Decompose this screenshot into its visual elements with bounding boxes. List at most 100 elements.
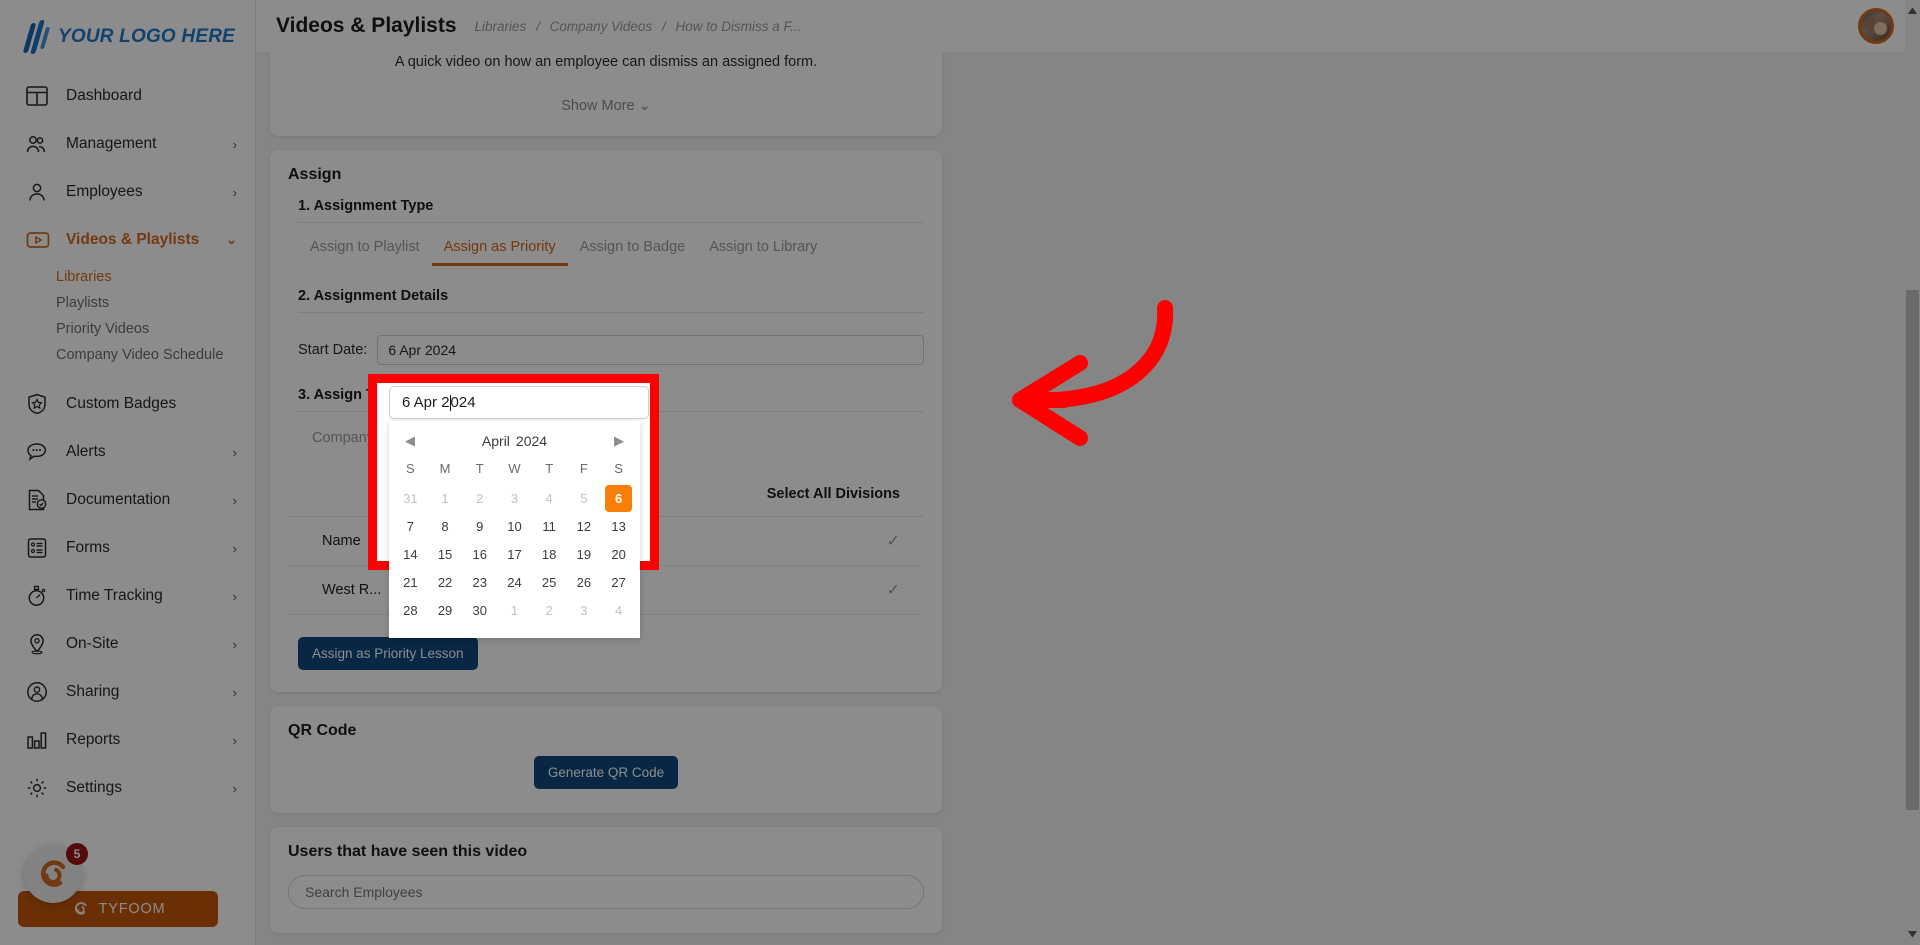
datepicker-day[interactable]: 11 xyxy=(532,512,567,540)
sidebar-item-management[interactable]: Management › xyxy=(0,120,255,168)
sidebar-item-time-tracking[interactable]: Time Tracking › xyxy=(0,572,255,620)
users-seen-title: Users that have seen this video xyxy=(288,843,528,860)
next-month-arrow-icon[interactable]: ▶ xyxy=(614,433,624,449)
sidebar-item-on-site[interactable]: On-Site › xyxy=(0,620,255,668)
datepicker-day-label: 5 xyxy=(580,490,588,506)
sidebar-subitem-label: Playlists xyxy=(56,295,110,311)
datepicker-day[interactable]: 29 xyxy=(428,596,463,624)
breadcrumb-item-libraries[interactable]: Libraries xyxy=(475,19,527,34)
chat-alert-icon xyxy=(26,441,52,463)
datepicker-day[interactable]: 16 xyxy=(462,540,497,568)
tab-assign-to-playlist[interactable]: Assign to Playlist xyxy=(298,231,432,266)
datepicker-week-row: 31 1 2 3 4 5 6 xyxy=(393,484,636,512)
datepicker-day[interactable]: 13 xyxy=(601,512,636,540)
chevron-down-icon: ⌄ xyxy=(638,98,651,114)
chevron-right-icon: › xyxy=(232,636,237,652)
breadcrumb-item-company-videos[interactable]: Company Videos xyxy=(550,19,653,34)
datepicker-day[interactable]: 17 xyxy=(497,540,532,568)
datepicker-day-label: 16 xyxy=(472,546,487,562)
sidebar-item-reports[interactable]: Reports › xyxy=(0,716,255,764)
datepicker-calendar: ◀ April 2024 ▶ S M T W T F S 31 1 2 3 4 … xyxy=(389,421,640,638)
logo[interactable]: YOUR LOGO HERE xyxy=(0,0,255,72)
datepicker-day[interactable]: 3 xyxy=(567,596,602,624)
search-employees-input[interactable] xyxy=(288,875,924,909)
sidebar-item-libraries[interactable]: Libraries xyxy=(0,264,255,290)
sidebar-item-playlists[interactable]: Playlists xyxy=(0,290,255,316)
show-more-button[interactable]: Show More ⌄ xyxy=(288,98,924,114)
datepicker-day[interactable]: 10 xyxy=(497,512,532,540)
datepicker-day[interactable]: 23 xyxy=(462,568,497,596)
sidebar-item-forms[interactable]: Forms › xyxy=(0,524,255,572)
vertical-scrollbar[interactable] xyxy=(1905,0,1920,945)
datepicker-day[interactable]: 18 xyxy=(532,540,567,568)
datepicker-day-label: 28 xyxy=(403,602,418,618)
weekday-header: M xyxy=(439,461,451,476)
check-icon[interactable]: ✓ xyxy=(887,580,900,600)
sidebar-item-documentation[interactable]: Documentation › xyxy=(0,476,255,524)
scrollbar-thumb[interactable] xyxy=(1906,290,1919,810)
datepicker-input[interactable]: 6 Apr 2 024 xyxy=(389,386,649,419)
form-list-icon xyxy=(26,537,52,559)
tyfoom-brand-label: TYFOOM xyxy=(98,901,166,917)
datepicker-day-label: 27 xyxy=(611,574,626,590)
sidebar-item-videos-and-playlists[interactable]: Videos & Playlists ⌄ xyxy=(0,216,255,264)
start-date-input[interactable] xyxy=(377,335,924,365)
scroll-up-arrow-icon[interactable] xyxy=(1908,5,1917,14)
select-all-divisions-label[interactable]: Select All Divisions xyxy=(767,486,900,502)
datepicker-day[interactable]: 31 xyxy=(393,484,428,512)
datepicker-day-selected[interactable]: 6 xyxy=(601,484,636,512)
check-icon[interactable]: ✓ xyxy=(887,531,900,551)
chevron-right-icon: › xyxy=(232,184,237,200)
sidebar-item-settings[interactable]: Settings › xyxy=(0,764,255,812)
avatar[interactable] xyxy=(1858,8,1894,44)
chevron-right-icon: › xyxy=(232,444,237,460)
datepicker-day[interactable]: 2 xyxy=(462,484,497,512)
datepicker-day[interactable]: 9 xyxy=(462,512,497,540)
datepicker-day[interactable]: 15 xyxy=(428,540,463,568)
datepicker-week-row: 7 8 9 10 11 12 13 xyxy=(393,512,636,540)
prev-month-arrow-icon[interactable]: ◀ xyxy=(405,433,415,449)
datepicker-day[interactable]: 2 xyxy=(532,596,567,624)
datepicker-day[interactable]: 19 xyxy=(567,540,602,568)
datepicker-day[interactable]: 12 xyxy=(567,512,602,540)
datepicker-day[interactable]: 26 xyxy=(567,568,602,596)
weekday-header: F xyxy=(579,461,588,476)
sidebar-subitem-label: Libraries xyxy=(56,269,112,285)
datepicker-day[interactable]: 14 xyxy=(393,540,428,568)
datepicker-day[interactable]: 30 xyxy=(462,596,497,624)
datepicker-day[interactable]: 28 xyxy=(393,596,428,624)
weekday-header: S xyxy=(614,461,623,476)
tab-assign-to-badge[interactable]: Assign to Badge xyxy=(568,231,698,266)
scroll-down-arrow-icon[interactable] xyxy=(1908,931,1917,940)
generate-qr-code-button[interactable]: Generate QR Code xyxy=(533,756,679,789)
datepicker-day[interactable]: 27 xyxy=(601,568,636,596)
chevron-right-icon: › xyxy=(232,780,237,796)
datepicker-day[interactable]: 24 xyxy=(497,568,532,596)
datepicker-day[interactable]: 3 xyxy=(497,484,532,512)
datepicker-day[interactable]: 4 xyxy=(532,484,567,512)
datepicker-day[interactable]: 4 xyxy=(601,596,636,624)
datepicker-day-label: 13 xyxy=(611,518,626,534)
datepicker-day[interactable]: 5 xyxy=(567,484,602,512)
tab-assign-as-priority[interactable]: Assign as Priority xyxy=(431,231,568,266)
sidebar-item-priority-videos[interactable]: Priority Videos xyxy=(0,316,255,342)
datepicker-popup: 6 Apr 2 024 ◀ April 2024 ▶ S M T W T F S… xyxy=(389,386,649,638)
datepicker-day[interactable]: 25 xyxy=(532,568,567,596)
sidebar-item-alerts[interactable]: Alerts › xyxy=(0,428,255,476)
tab-assign-to-library[interactable]: Assign to Library xyxy=(697,231,829,266)
datepicker-day[interactable]: 1 xyxy=(497,596,532,624)
datepicker-week-row: 14 15 16 17 18 19 20 xyxy=(393,540,636,568)
sidebar-item-label: Custom Badges xyxy=(66,395,177,412)
sidebar-item-sharing[interactable]: Sharing › xyxy=(0,668,255,716)
datepicker-day[interactable]: 7 xyxy=(393,512,428,540)
sidebar-item-employees[interactable]: Employees › xyxy=(0,168,255,216)
sidebar-item-dashboard[interactable]: Dashboard xyxy=(0,72,255,120)
sidebar-item-custom-badges[interactable]: Custom Badges xyxy=(0,380,255,428)
sidebar-item-company-video-schedule[interactable]: Company Video Schedule xyxy=(0,342,255,368)
datepicker-day[interactable]: 1 xyxy=(428,484,463,512)
datepicker-day[interactable]: 21 xyxy=(393,568,428,596)
assign-as-priority-lesson-button[interactable]: Assign as Priority Lesson xyxy=(298,637,478,670)
datepicker-day[interactable]: 22 xyxy=(428,568,463,596)
datepicker-day[interactable]: 20 xyxy=(601,540,636,568)
datepicker-day[interactable]: 8 xyxy=(428,512,463,540)
